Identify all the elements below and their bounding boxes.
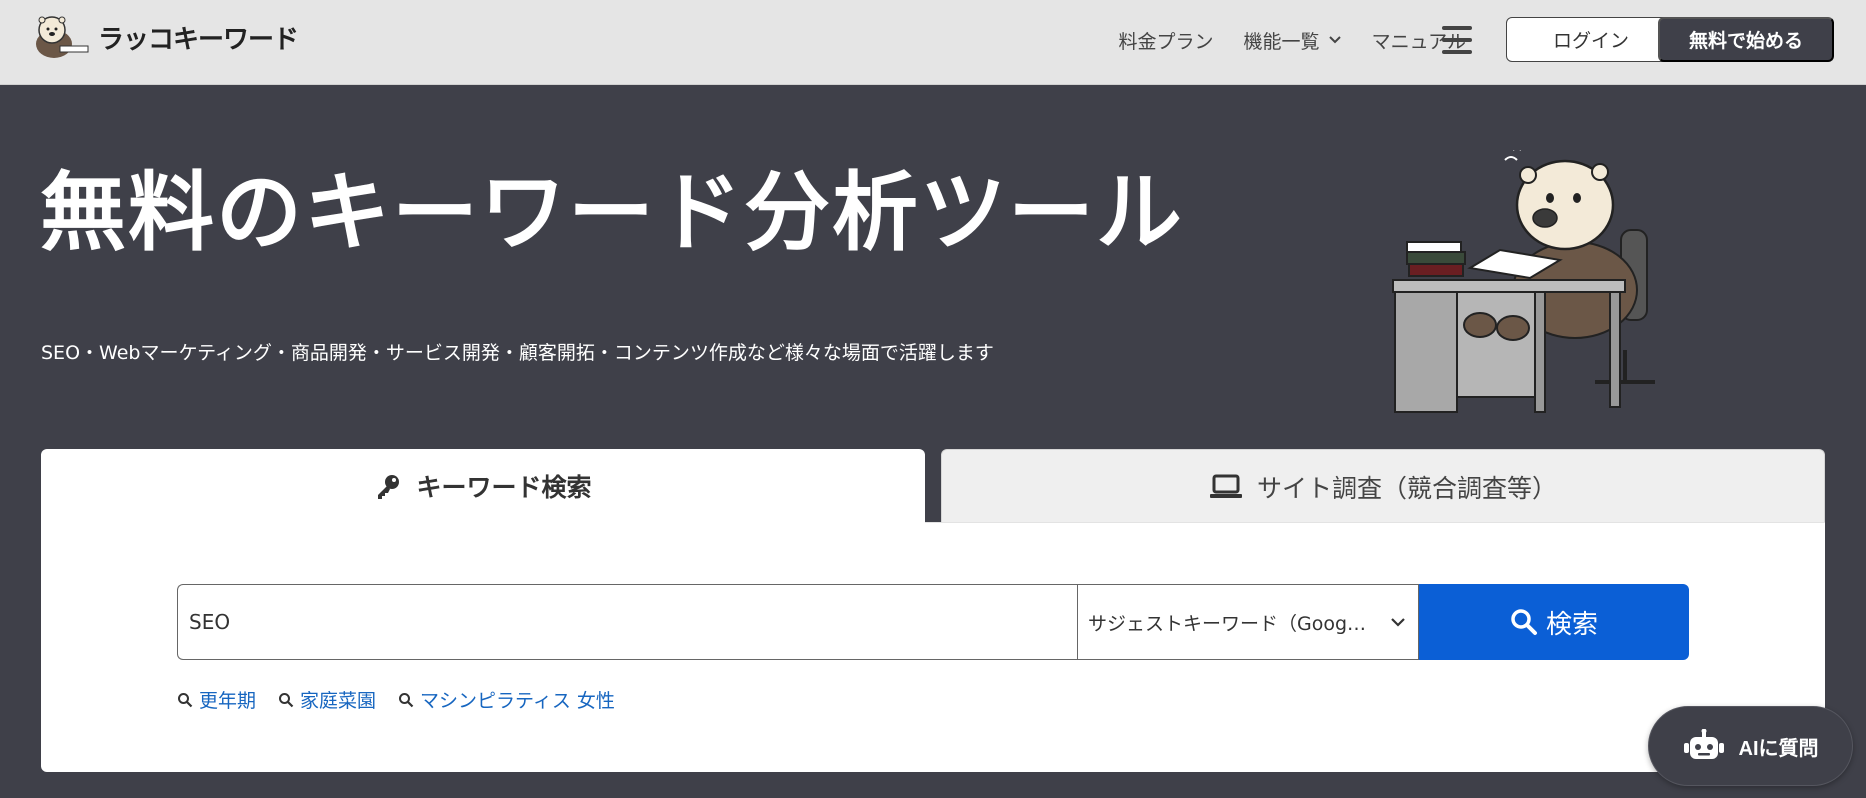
suggest-link[interactable]: マシンピラティス 女性: [398, 686, 615, 713]
chevron-down-icon: [1391, 618, 1405, 627]
nav-pricing[interactable]: 料金プラン: [1119, 27, 1214, 54]
suggest-link[interactable]: 更年期: [177, 686, 256, 713]
otter-mascot-illustration: [1392, 150, 1655, 413]
tab-keyword-search[interactable]: キーワード検索: [41, 449, 925, 523]
otter-logo-icon: [36, 16, 89, 58]
login-button[interactable]: ログイン: [1506, 17, 1676, 62]
main-nav: 料金プラン 機能一覧 マニュアル: [1119, 0, 1466, 80]
search-icon: [178, 692, 193, 707]
start-free-button[interactable]: 無料で始める: [1658, 17, 1834, 62]
chevron-down-icon: [1328, 36, 1341, 44]
suggested-keywords: 更年期 家庭菜園 マシンピラティス 女性: [177, 686, 615, 713]
suggest-label: マシンピラティス 女性: [420, 690, 615, 712]
tab-site-research-label: サイト調査（競合調査等）: [1256, 473, 1557, 503]
menu-icon[interactable]: [1442, 26, 1472, 54]
suggest-link[interactable]: 家庭菜園: [278, 686, 376, 713]
site-header: ラッコキーワード 料金プラン 機能一覧 マニュアル ログイン 無料で始める: [0, 0, 1866, 85]
nav-pricing-label: 料金プラン: [1118, 30, 1214, 53]
tab-site-research[interactable]: サイト調査（競合調査等）: [941, 449, 1825, 523]
robot-icon: [1683, 729, 1724, 759]
search-icon: [279, 692, 294, 707]
page-title: 無料のキーワード分析ツール: [40, 163, 1184, 263]
keyword-search-input[interactable]: [177, 584, 1077, 660]
laptop-icon: [1209, 474, 1242, 498]
tab-connector: [41, 518, 925, 526]
search-mode-value: サジェストキーワード（Google）: [1088, 612, 1370, 635]
suggest-label: 更年期: [199, 690, 257, 712]
search-button[interactable]: 検索: [1419, 584, 1689, 660]
search-form: サジェストキーワード（Google） 検索: [177, 584, 1689, 660]
suggest-label: 家庭菜園: [300, 690, 377, 712]
tab-keyword-search-label: キーワード検索: [416, 473, 592, 502]
search-button-label: 検索: [1545, 608, 1598, 639]
key-icon: [378, 475, 400, 499]
hero-subtitle: SEO・Webマーケティング・商品開発・サービス開発・顧客開拓・コンテンツ作成な…: [41, 342, 994, 364]
logo[interactable]: ラッコキーワード: [32, 14, 299, 60]
search-mode-select[interactable]: サジェストキーワード（Google）: [1077, 584, 1419, 660]
nav-features-label: 機能一覧: [1243, 30, 1320, 53]
ai-question-label: AIに質問: [1738, 737, 1819, 760]
ai-question-button[interactable]: AIに質問: [1648, 706, 1853, 786]
search-icon: [1511, 609, 1537, 635]
logo-text: ラッコキーワード: [98, 24, 299, 55]
search-icon: [399, 692, 414, 707]
nav-features[interactable]: 機能一覧: [1244, 27, 1342, 54]
